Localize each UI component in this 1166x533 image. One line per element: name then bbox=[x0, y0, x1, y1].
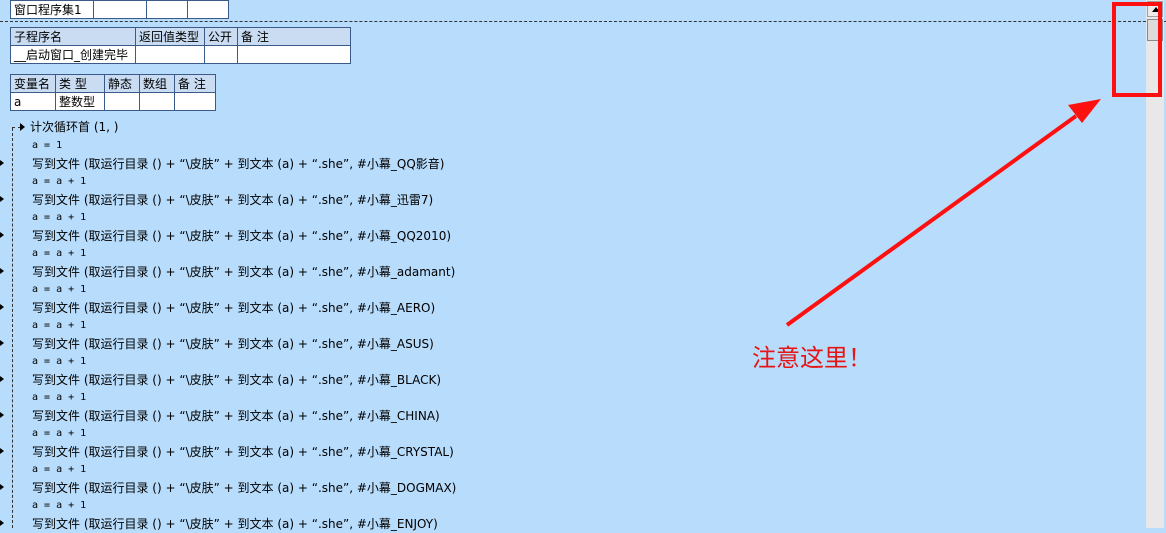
annotation-note: 注意这里！ bbox=[752, 344, 872, 372]
annotation-arrow-shaft bbox=[785, 114, 1078, 327]
annotation-arrow bbox=[785, 99, 1101, 327]
